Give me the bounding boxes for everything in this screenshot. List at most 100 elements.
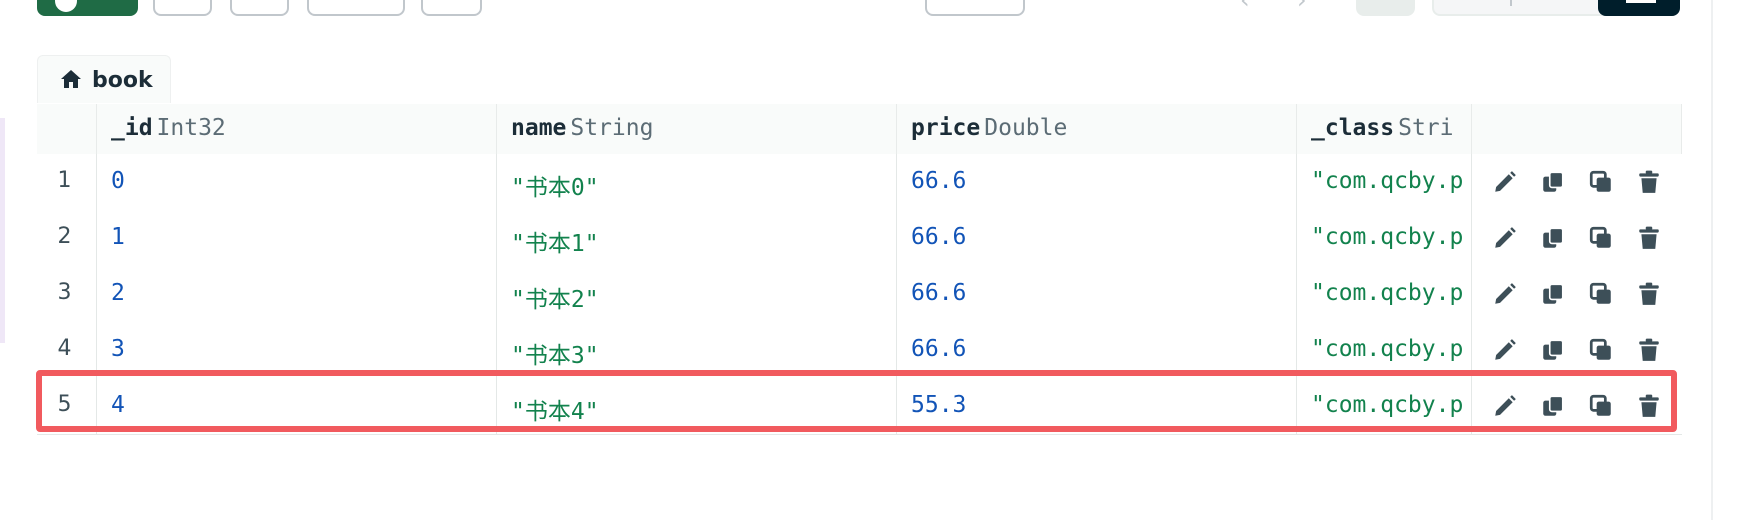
name-cell[interactable]: "书本0": [497, 154, 897, 210]
price-value: 55.3: [911, 392, 967, 418]
table-view-button[interactable]: [1598, 0, 1680, 16]
header-id-name: _id: [111, 115, 153, 141]
row-number-cell: 3: [37, 266, 97, 322]
clone-icon[interactable]: [1588, 281, 1614, 307]
table-view-icon: [1626, 0, 1656, 3]
row-actions: [1472, 322, 1682, 378]
row-number: 5: [57, 392, 72, 417]
edit-icon[interactable]: [1492, 225, 1518, 251]
page-size-select[interactable]: [925, 0, 1025, 16]
name-value: "书本3": [511, 343, 599, 369]
row-actions: [1472, 378, 1682, 434]
class-cell[interactable]: "com.qcby.p: [1297, 322, 1472, 378]
table-row[interactable]: 1 0 "书本0" 66.6 "com.qcby.p: [37, 154, 1682, 211]
id-cell[interactable]: 1: [97, 210, 497, 266]
delete-button[interactable]: [230, 0, 289, 16]
id-cell[interactable]: 0: [97, 154, 497, 210]
trash-icon[interactable]: [1636, 337, 1662, 363]
toolbar-more-button[interactable]: [421, 0, 482, 16]
row-number: 4: [57, 336, 72, 361]
edit-icon[interactable]: [1492, 169, 1518, 195]
class-value: "com.qcby.p: [1311, 168, 1464, 194]
copy-icon[interactable]: [1540, 337, 1566, 363]
name-cell[interactable]: "书本2": [497, 266, 897, 322]
id-cell[interactable]: 3: [97, 322, 497, 378]
edit-icon[interactable]: [1492, 337, 1518, 363]
row-number-cell: 1: [37, 154, 97, 210]
clone-icon[interactable]: [1588, 169, 1614, 195]
class-cell[interactable]: "com.qcby.p: [1297, 378, 1472, 434]
price-value: 66.6: [911, 280, 967, 306]
class-cell[interactable]: "com.qcby.p: [1297, 266, 1472, 322]
clone-icon[interactable]: [1588, 337, 1614, 363]
view-toggle-divider: [1510, 0, 1512, 6]
header-id[interactable]: _id Int32: [97, 104, 497, 154]
price-value: 66.6: [911, 224, 967, 250]
row-number: 2: [57, 224, 72, 249]
header-name-type: String: [570, 115, 654, 141]
row-actions: [1472, 210, 1682, 266]
prev-page-icon[interactable]: ‹: [1240, 0, 1250, 14]
class-cell[interactable]: "com.qcby.p: [1297, 210, 1472, 266]
next-page-icon[interactable]: ›: [1297, 0, 1307, 14]
table-row[interactable]: 5 4 "书本4" 55.3 "com.qcby.p: [37, 378, 1682, 435]
toolbar-grey-button[interactable]: [1356, 0, 1415, 16]
panel-right-border: [1711, 0, 1713, 520]
price-cell[interactable]: 55.3: [897, 378, 1297, 434]
header-class[interactable]: _class Stri: [1297, 104, 1472, 154]
price-cell[interactable]: 66.6: [897, 154, 1297, 210]
row-actions: [1472, 154, 1682, 210]
view-toggle-group: [1432, 0, 1680, 16]
export-button[interactable]: [307, 0, 405, 16]
trash-icon[interactable]: [1636, 393, 1662, 419]
trash-icon[interactable]: [1636, 169, 1662, 195]
clone-icon[interactable]: [1588, 393, 1614, 419]
header-rownum: [37, 104, 97, 154]
trash-icon[interactable]: [1636, 225, 1662, 251]
row-number-cell: 5: [37, 378, 97, 434]
row-number-cell: 2: [37, 210, 97, 266]
add-data-button[interactable]: [37, 0, 138, 16]
header-id-type: Int32: [156, 115, 226, 141]
price-value: 66.6: [911, 336, 967, 362]
price-cell[interactable]: 66.6: [897, 266, 1297, 322]
home-icon: [61, 70, 81, 88]
copy-icon[interactable]: [1540, 281, 1566, 307]
id-value: 1: [111, 224, 125, 250]
class-value: "com.qcby.p: [1311, 280, 1464, 306]
name-value: "书本1": [511, 231, 599, 257]
header-price[interactable]: price Double: [897, 104, 1297, 154]
row-actions: [1472, 266, 1682, 322]
header-class-name: _class: [1311, 115, 1395, 141]
table-row[interactable]: 2 1 "书本1" 66.6 "com.qcby.p: [37, 210, 1682, 267]
row-number: 1: [57, 168, 72, 193]
name-cell[interactable]: "书本3": [497, 322, 897, 378]
row-number: 3: [57, 280, 72, 305]
price-cell[interactable]: 66.6: [897, 322, 1297, 378]
copy-icon[interactable]: [1540, 169, 1566, 195]
trash-icon[interactable]: [1636, 281, 1662, 307]
header-price-type: Double: [984, 115, 1068, 141]
copy-icon[interactable]: [1540, 225, 1566, 251]
name-cell[interactable]: "书本4": [497, 378, 897, 434]
collection-tab[interactable]: book: [37, 55, 171, 103]
edit-icon[interactable]: [1492, 393, 1518, 419]
name-cell[interactable]: "书本1": [497, 210, 897, 266]
header-name[interactable]: name String: [497, 104, 897, 154]
copy-icon[interactable]: [1540, 393, 1566, 419]
class-value: "com.qcby.p: [1311, 336, 1464, 362]
name-value: "书本0": [511, 175, 599, 201]
table-row[interactable]: 3 2 "书本2" 66.6 "com.qcby.p: [37, 266, 1682, 323]
update-button[interactable]: [153, 0, 212, 16]
header-price-name: price: [911, 115, 981, 141]
table-row[interactable]: 4 3 "书本3" 66.6 "com.qcby.p: [37, 322, 1682, 379]
class-value: "com.qcby.p: [1311, 224, 1464, 250]
clone-icon[interactable]: [1588, 225, 1614, 251]
edit-icon[interactable]: [1492, 281, 1518, 307]
id-cell[interactable]: 4: [97, 378, 497, 434]
class-cell[interactable]: "com.qcby.p: [1297, 154, 1472, 210]
price-cell[interactable]: 66.6: [897, 210, 1297, 266]
id-value: 3: [111, 336, 125, 362]
id-cell[interactable]: 2: [97, 266, 497, 322]
collection-tab-label: book: [92, 68, 153, 93]
